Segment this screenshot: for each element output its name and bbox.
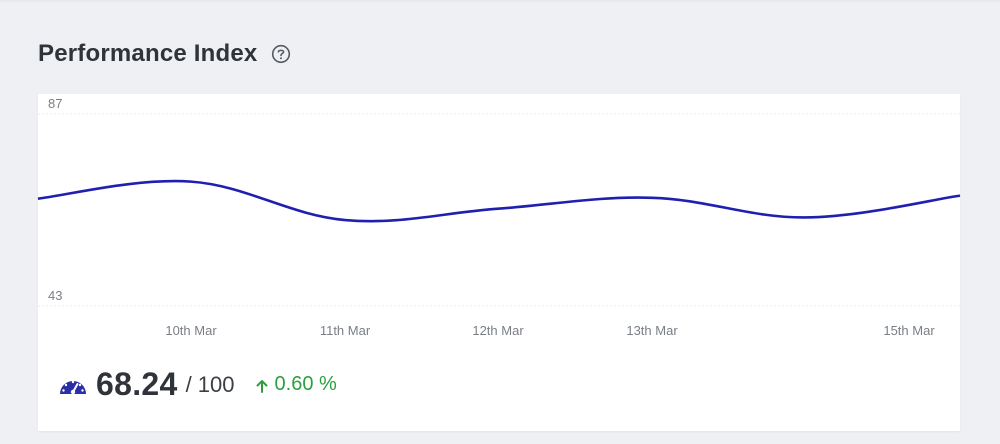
help-icon[interactable] bbox=[271, 44, 291, 64]
score-change: 0.60 % bbox=[255, 373, 337, 396]
score-value: 68.24 bbox=[96, 366, 178, 402]
speedometer-icon bbox=[58, 373, 88, 397]
arrow-up-icon bbox=[255, 377, 269, 393]
header: Performance Index bbox=[38, 40, 291, 68]
score-change-value: 0.60 % bbox=[274, 373, 337, 395]
score-max: / 100 bbox=[185, 371, 235, 397]
page-title: Performance Index bbox=[38, 40, 258, 67]
series-line bbox=[37, 179, 961, 223]
y-tick-label: 87 bbox=[48, 96, 62, 111]
score-summary: 68.24 / 100 0.60 % bbox=[58, 366, 337, 403]
y-tick-label: 43 bbox=[48, 288, 62, 303]
performance-card: 87 43 10th Mar 11th Mar 12th Mar 13th Mar 15th… bbox=[37, 94, 961, 431]
performance-line-chart: 87 43 10th Mar 11th Mar 12th Mar 13th Mar 15th… bbox=[37, 96, 961, 338]
x-tick-label: 11th Mar bbox=[320, 323, 371, 338]
x-tick-label: 12th Mar bbox=[472, 323, 524, 338]
top-divider bbox=[0, 0, 1000, 2]
x-tick-label: 15th Mar bbox=[883, 323, 935, 338]
x-tick-label: 13th Mar bbox=[626, 323, 678, 338]
x-tick-label: 10th Mar bbox=[165, 323, 217, 338]
